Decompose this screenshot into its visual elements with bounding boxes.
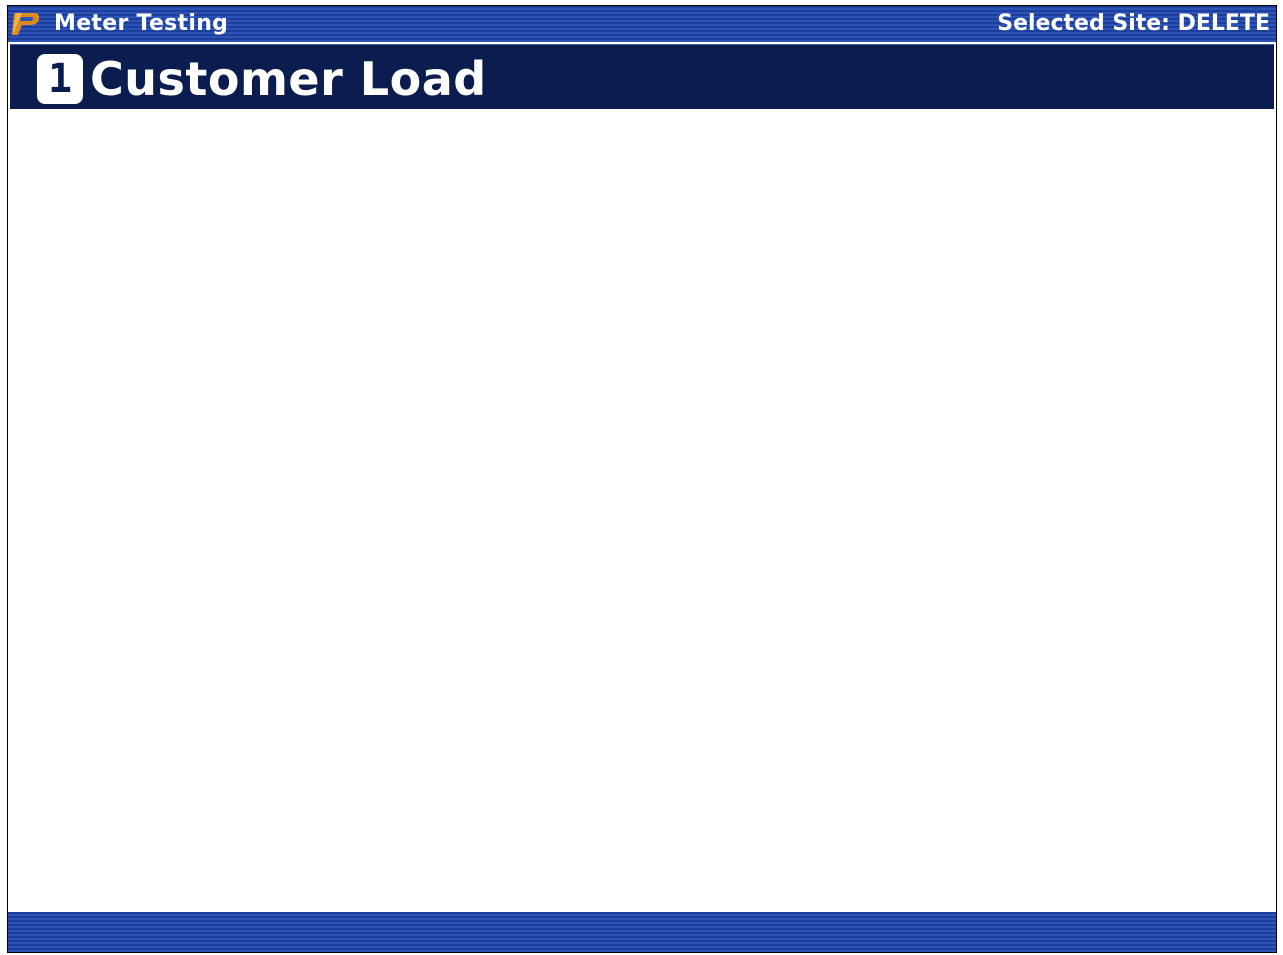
- title-bar: Meter Testing Selected Site: DELETE: [8, 6, 1276, 42]
- selected-site-label: Selected Site: DELETE: [997, 11, 1270, 36]
- content-area: [8, 109, 1276, 912]
- app-window: Meter Testing Selected Site: DELETE 1 Cu…: [7, 5, 1277, 953]
- page-header: 1 Customer Load: [10, 44, 1274, 109]
- step-number-badge: 1: [37, 54, 83, 104]
- p-logo-icon: [12, 13, 40, 35]
- page-title: Customer Load: [90, 52, 487, 106]
- app-title: Meter Testing: [54, 11, 229, 36]
- footer-bar: [8, 912, 1276, 952]
